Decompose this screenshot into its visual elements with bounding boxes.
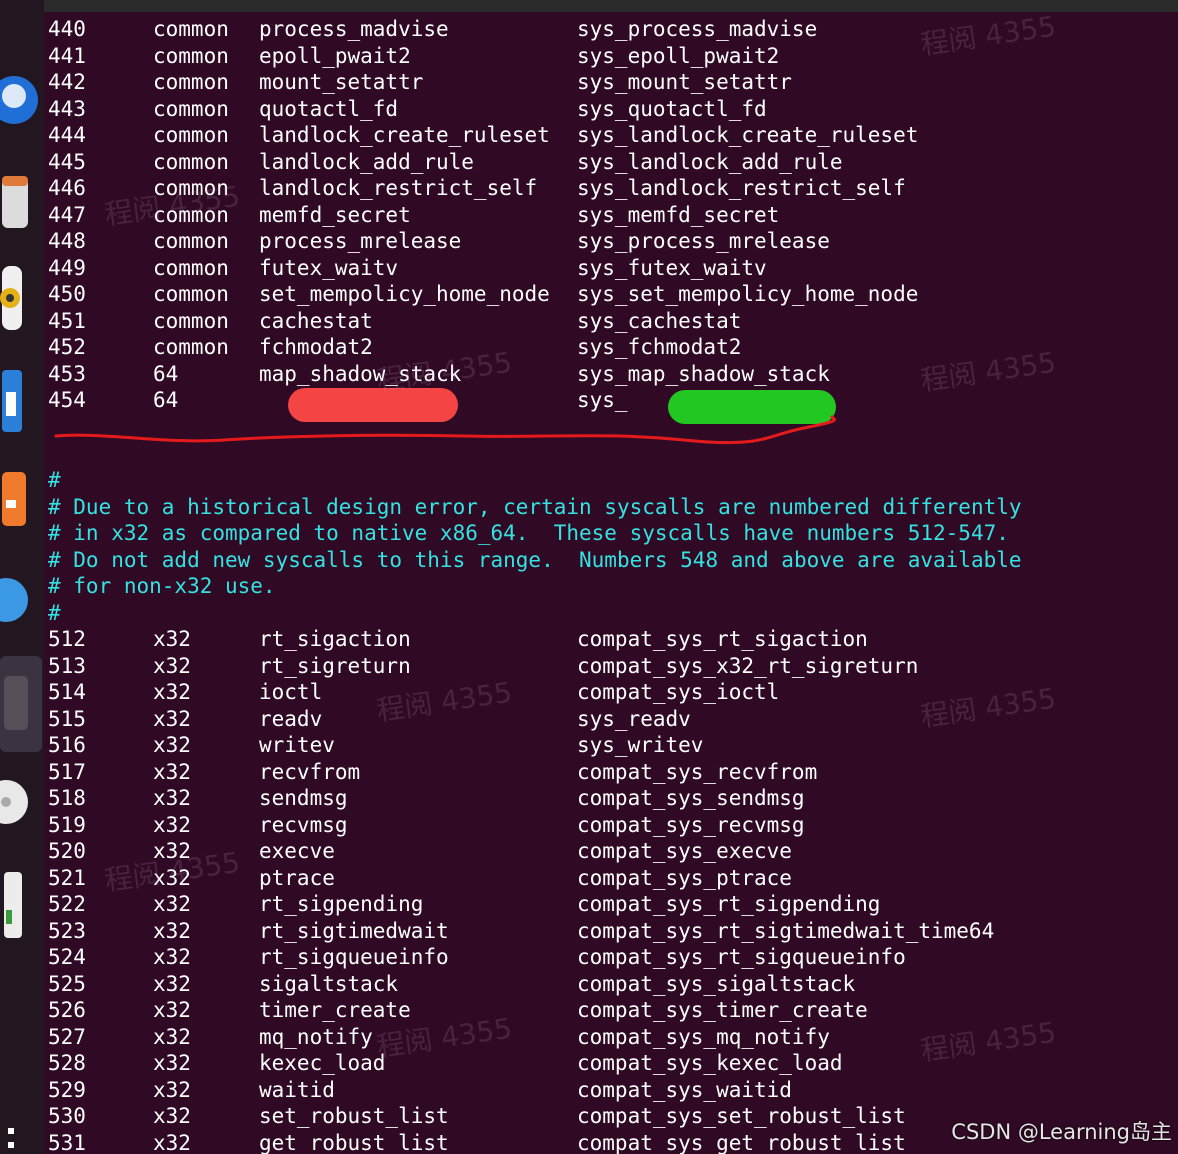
files-icon[interactable] bbox=[2, 176, 28, 228]
terminal-view[interactable]: 440 common process_madvise sys_process_madv… bbox=[44, 12, 1178, 1154]
trash-icon[interactable] bbox=[4, 872, 22, 938]
window-title-bar bbox=[44, 0, 1178, 12]
help-icon[interactable] bbox=[0, 578, 28, 622]
app-grid-icon[interactable] bbox=[8, 1128, 14, 1148]
app-icon[interactable] bbox=[0, 656, 42, 752]
rhythmbox-icon[interactable] bbox=[0, 266, 22, 330]
red-underline-annotation bbox=[54, 415, 837, 445]
launcher-dock bbox=[0, 0, 44, 1154]
disk-icon[interactable] bbox=[0, 780, 28, 824]
writer-icon[interactable] bbox=[2, 370, 22, 432]
firefox-icon[interactable] bbox=[0, 76, 38, 124]
software-icon[interactable] bbox=[2, 472, 26, 526]
csdn-credit-watermark: CSDN @Learning岛主 bbox=[951, 1120, 1172, 1144]
